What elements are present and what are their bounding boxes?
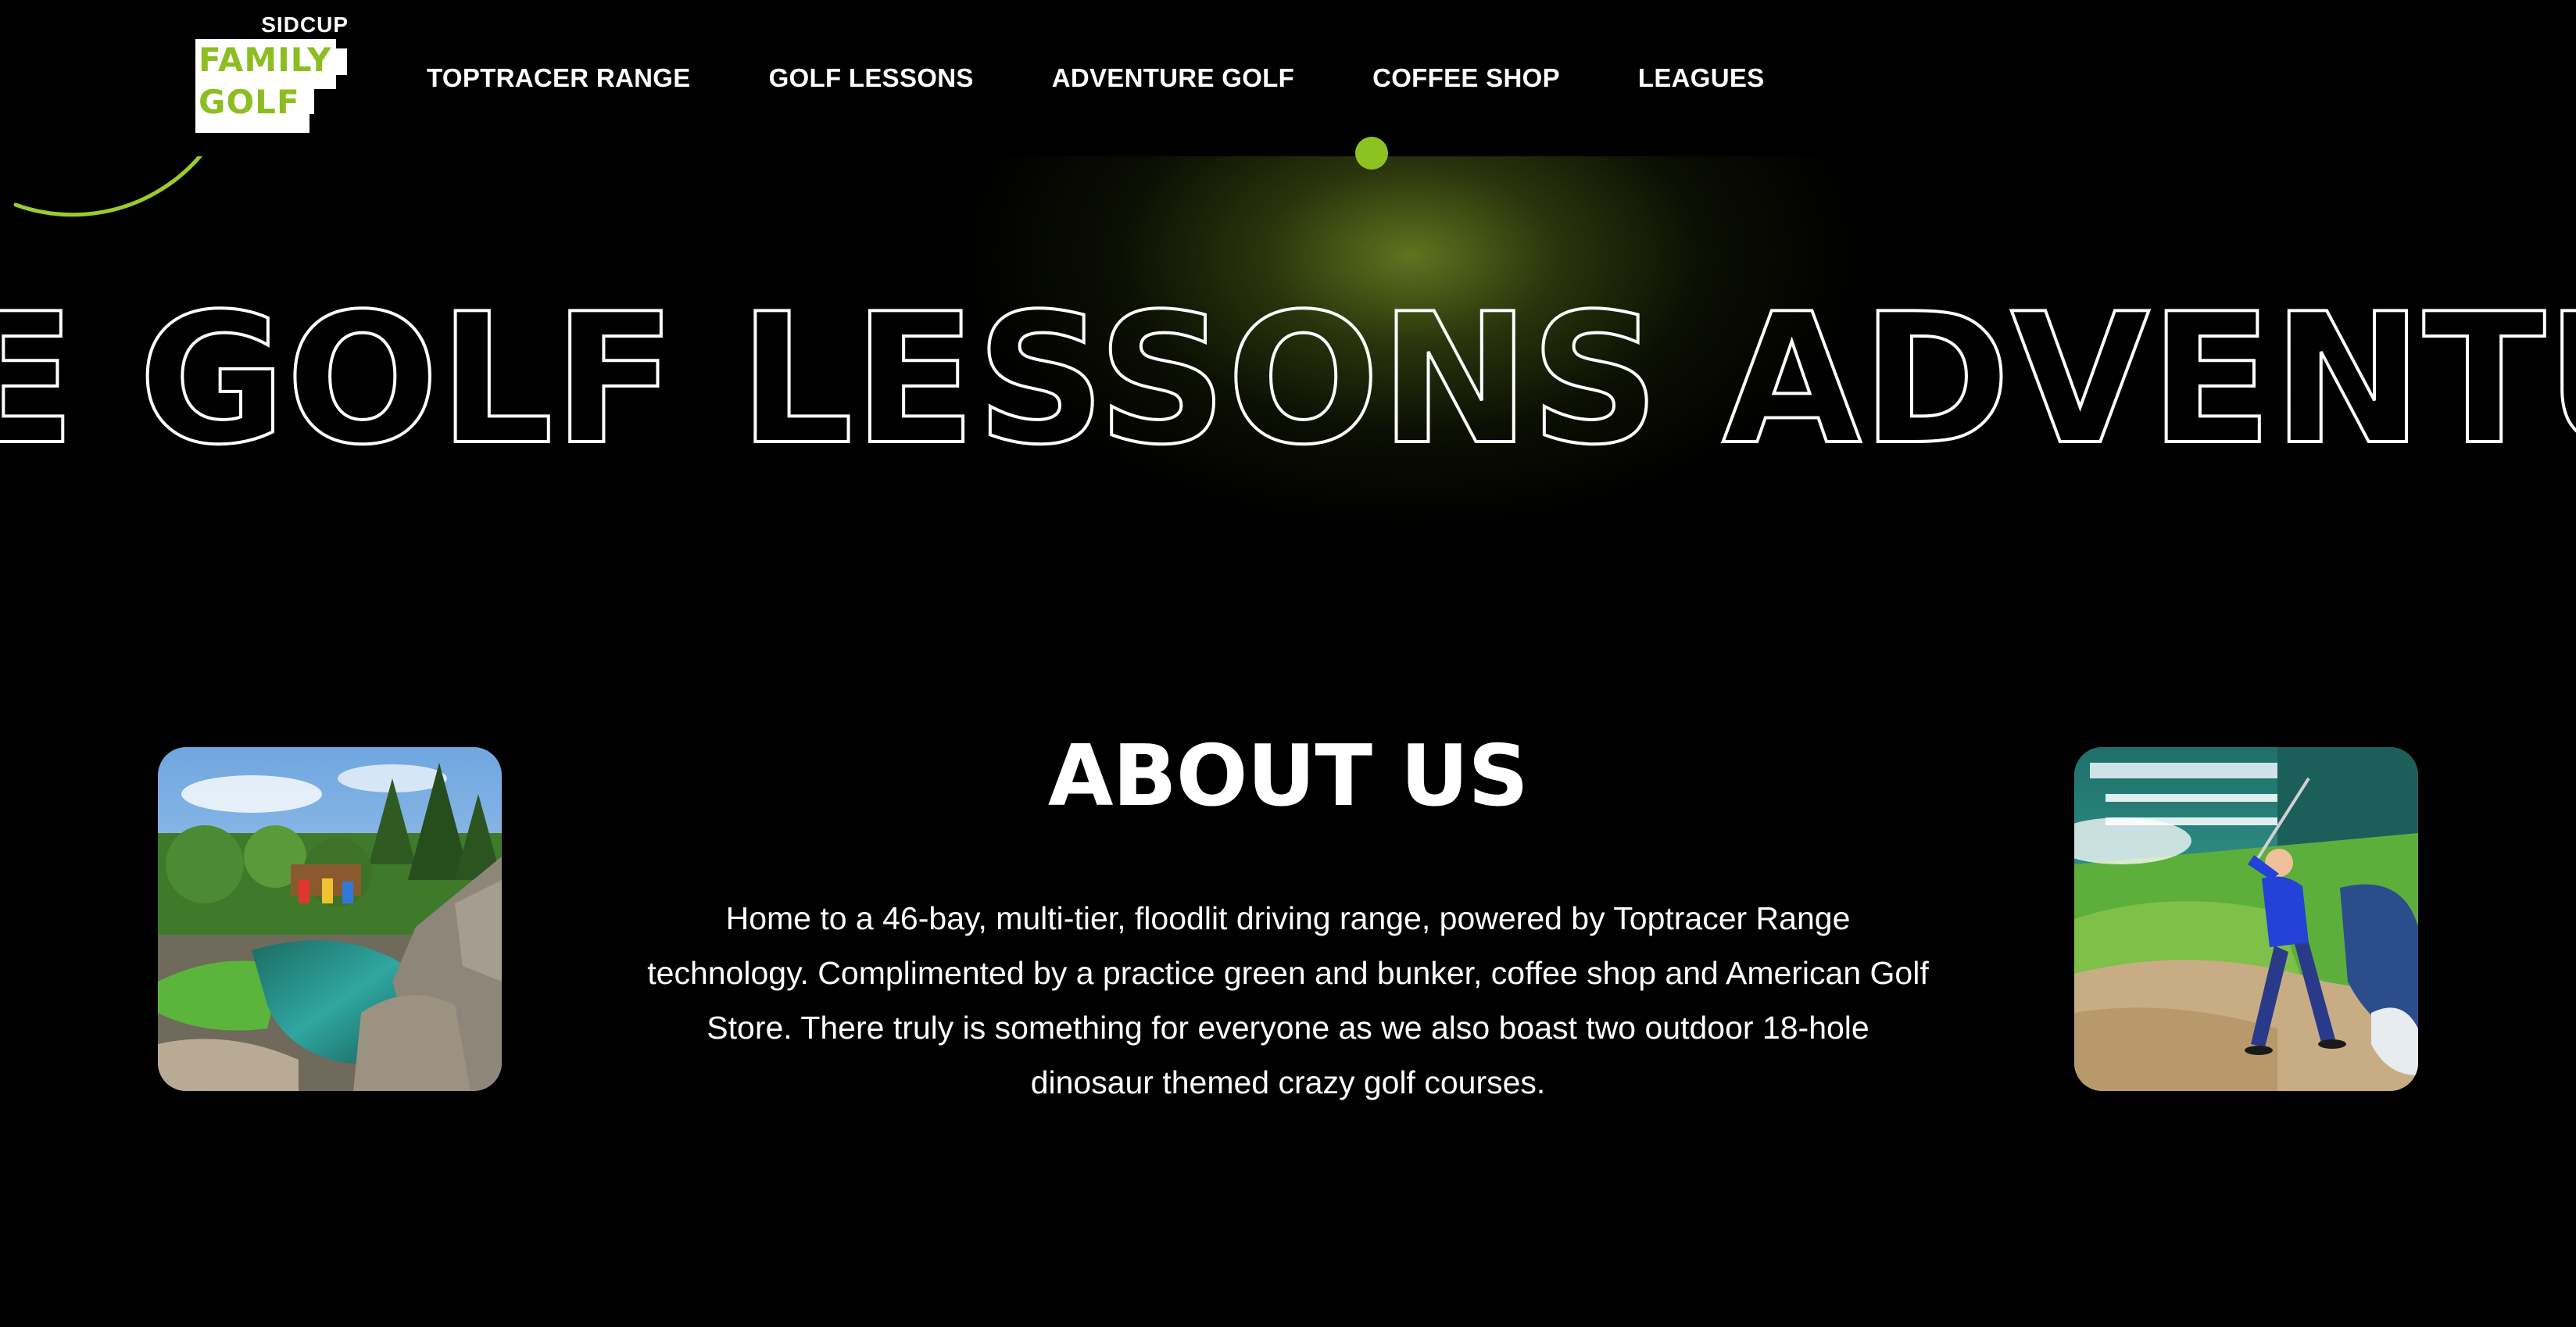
site-header: SIDCUP FAMILY GOLF TOPTRACER RANGE GOLF … xyxy=(0,0,2576,156)
main-nav: TOPTRACER RANGE GOLF LESSONS ADVENTURE G… xyxy=(427,63,1765,94)
scrolling-headline: E GOLF LESSONS ADVENTU xyxy=(0,258,2576,477)
nav-leagues[interactable]: LEAGUES xyxy=(1638,63,1765,94)
nav-golf-lessons[interactable]: GOLF LESSONS xyxy=(769,63,974,94)
active-nav-indicator xyxy=(1355,137,1388,170)
nav-adventure-golf[interactable]: ADVENTURE GOLF xyxy=(1052,63,1294,94)
logo-text-golf: GOLF xyxy=(199,83,300,121)
site-logo[interactable]: SIDCUP FAMILY GOLF xyxy=(192,13,353,136)
golfer-photo xyxy=(2074,747,2418,1091)
nav-coffee-shop[interactable]: COFFEE SHOP xyxy=(1372,63,1560,94)
golfer-image xyxy=(2074,747,2418,1091)
logo-location-text: SIDCUP xyxy=(261,13,349,37)
page: SIDCUP FAMILY GOLF TOPTRACER RANGE GOLF … xyxy=(0,0,2576,1327)
scrolling-headline-svg: E GOLF LESSONS ADVENTU xyxy=(0,274,2576,477)
nav-toptracer-range[interactable]: TOPTRACER RANGE xyxy=(427,63,691,94)
logo-text-family: FAMILY xyxy=(199,41,332,79)
scrolling-headline-text: E GOLF LESSONS ADVENTU xyxy=(0,276,2576,477)
about-description: Home to a 46-bay, multi-tier, floodlit d… xyxy=(647,900,1929,1100)
